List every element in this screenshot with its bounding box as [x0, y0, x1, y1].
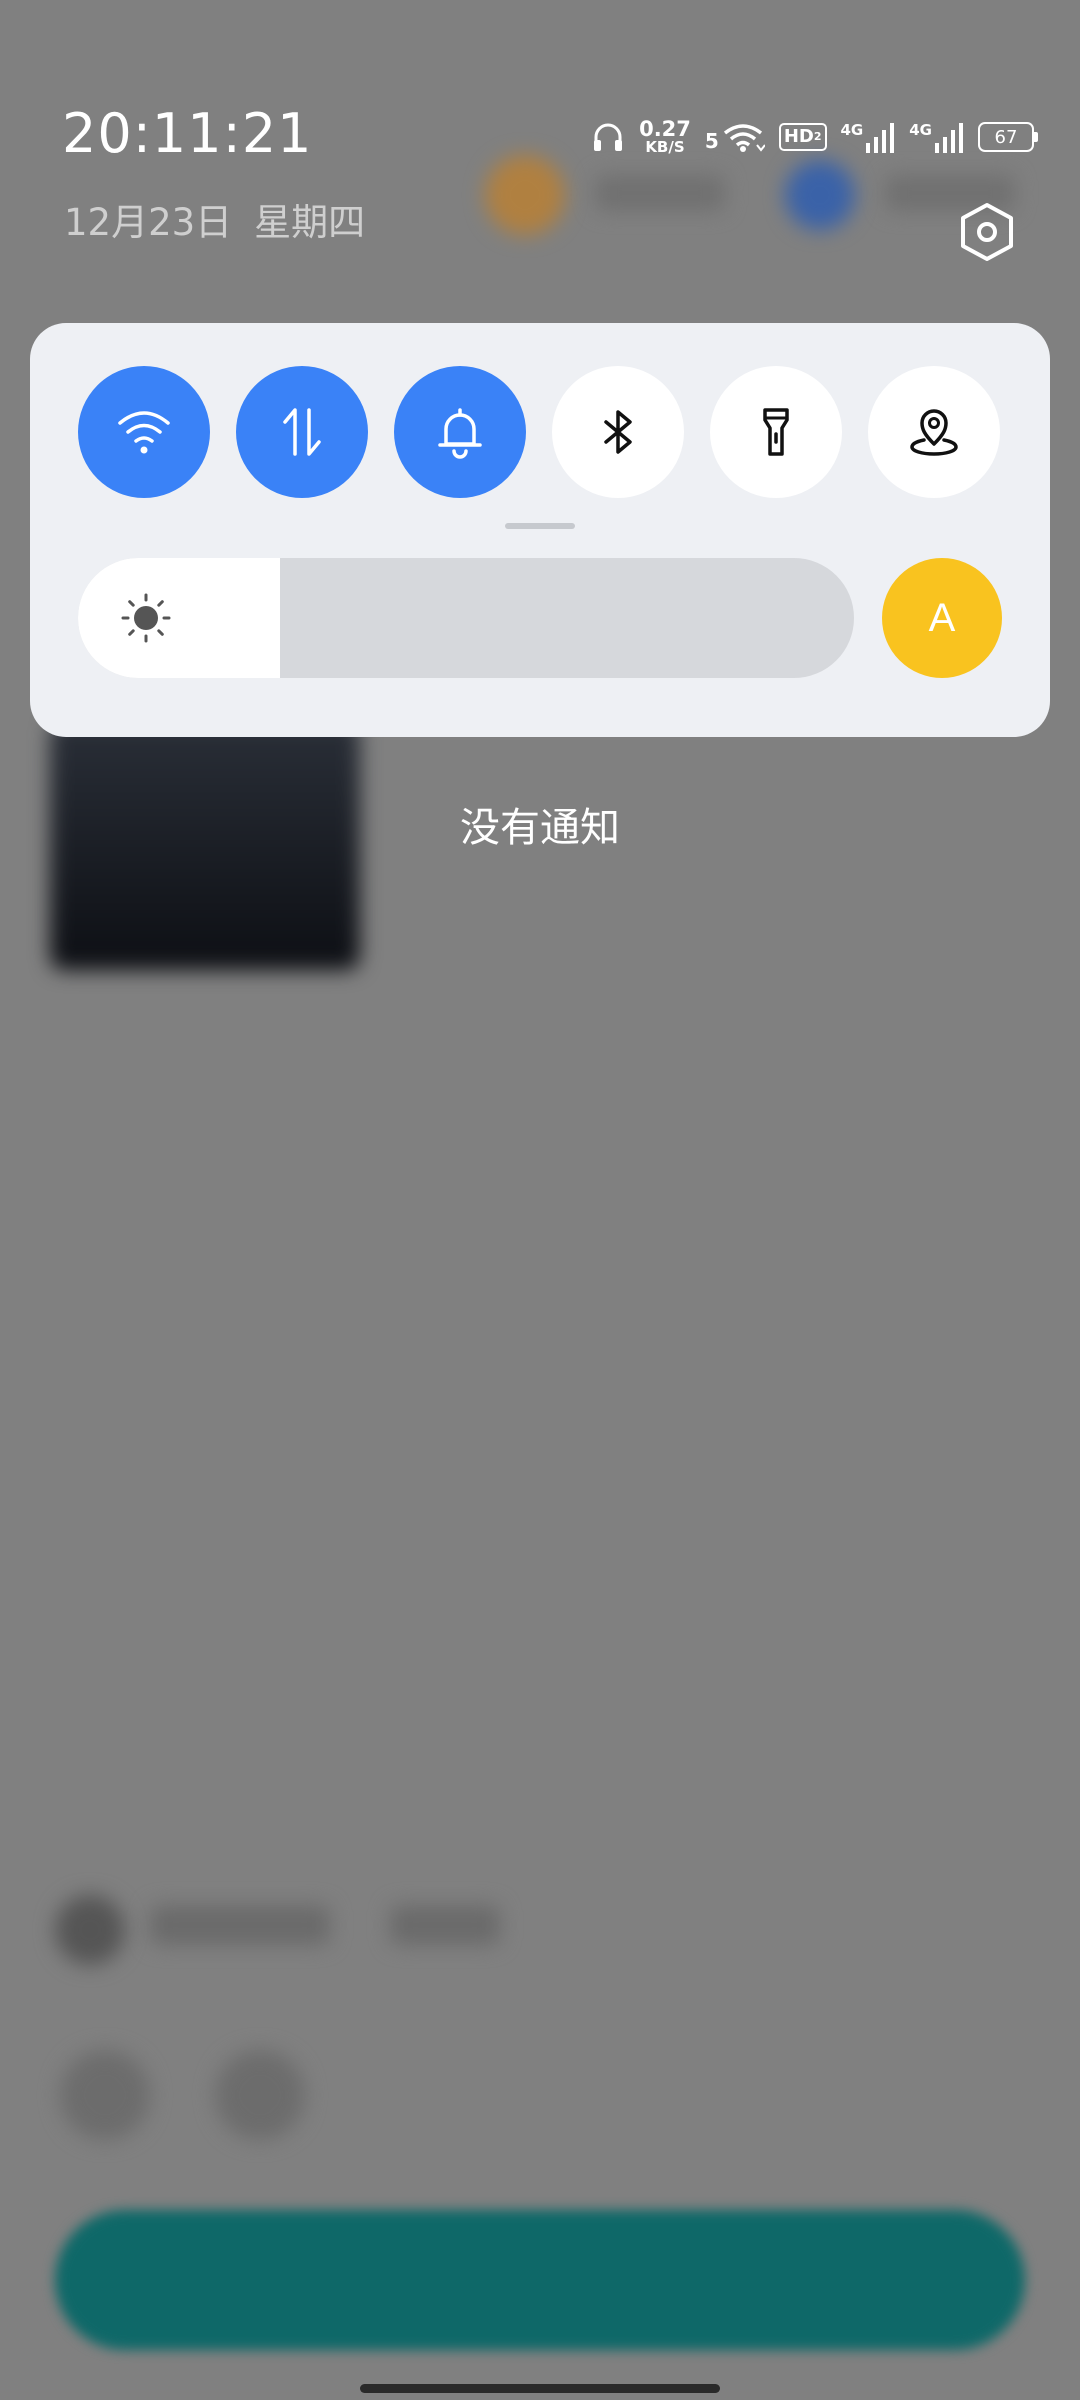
- battery-tip: [1034, 132, 1038, 142]
- location-toggle[interactable]: [868, 366, 1000, 498]
- sim2-type-label: 4G: [909, 121, 932, 139]
- quick-settings-panel: A: [30, 323, 1050, 737]
- mobile-data-toggle[interactable]: [236, 366, 368, 498]
- sim2-signal: 4G: [909, 121, 964, 153]
- background-avatar: [55, 1895, 125, 1965]
- hd-voice-badge: HD 2: [778, 123, 827, 151]
- battery-indicator: 67: [978, 122, 1038, 152]
- headphones-icon: [594, 123, 623, 151]
- brightness-sun-icon: [121, 593, 171, 643]
- background-text: [150, 1905, 330, 1945]
- background-icon: [60, 2050, 150, 2140]
- weekday: 星期四: [254, 201, 366, 244]
- settings-button[interactable]: [955, 200, 1019, 264]
- auto-brightness-label: A: [928, 595, 956, 640]
- no-notifications-text: 没有通知: [460, 805, 620, 851]
- background-avatar: [485, 155, 565, 235]
- network-speed: 0.27 KB/S: [639, 119, 691, 155]
- flashlight-toggle[interactable]: [710, 366, 842, 498]
- background-text: [595, 175, 725, 211]
- battery-level: 67: [994, 126, 1018, 148]
- bluetooth-icon: [604, 410, 632, 454]
- date-line[interactable]: 12月23日 星期四: [64, 192, 387, 246]
- network-speed-value: 0.27: [639, 117, 691, 141]
- signal-bars-icon: [935, 123, 963, 153]
- brightness-slider[interactable]: [78, 558, 854, 678]
- date: 12月23日: [64, 201, 233, 244]
- hd-label: HD: [783, 126, 814, 147]
- flashlight-icon: [763, 408, 789, 456]
- home-indicator[interactable]: [360, 2384, 720, 2393]
- background-button: [55, 2210, 1025, 2350]
- sound-toggle[interactable]: [394, 366, 526, 498]
- bluetooth-toggle[interactable]: [552, 366, 684, 498]
- expand-handle[interactable]: [505, 523, 575, 529]
- background-avatar: [785, 160, 855, 230]
- signal-bars-icon: [866, 123, 895, 153]
- sim1-signal: 4G: [841, 121, 896, 153]
- background-text: [390, 1905, 500, 1945]
- data-arrows-icon: [283, 408, 321, 456]
- battery-icon: 67: [978, 122, 1034, 152]
- location-icon: [910, 409, 958, 456]
- background-icon: [215, 2050, 305, 2140]
- settings-hexagon-icon: [961, 203, 1013, 261]
- bell-icon: [438, 408, 482, 459]
- wifi-band-label: 5: [704, 129, 719, 153]
- status-bar: 0.27 KB/S 5 HD 2 4G 4G 67: [591, 112, 1038, 162]
- wifi-icon: [118, 411, 170, 454]
- wifi-signal-icon: [723, 124, 765, 152]
- sim1-type-label: 4G: [840, 121, 864, 139]
- auto-brightness-button[interactable]: A: [882, 558, 1002, 678]
- wifi-status: 5: [705, 121, 765, 153]
- network-speed-unit: KB/S: [645, 138, 685, 156]
- brightness-slider-fill: [78, 558, 280, 678]
- hd-sub-label: 2: [813, 130, 822, 143]
- clock[interactable]: 20:11:21: [62, 102, 313, 165]
- wifi-toggle[interactable]: [78, 366, 210, 498]
